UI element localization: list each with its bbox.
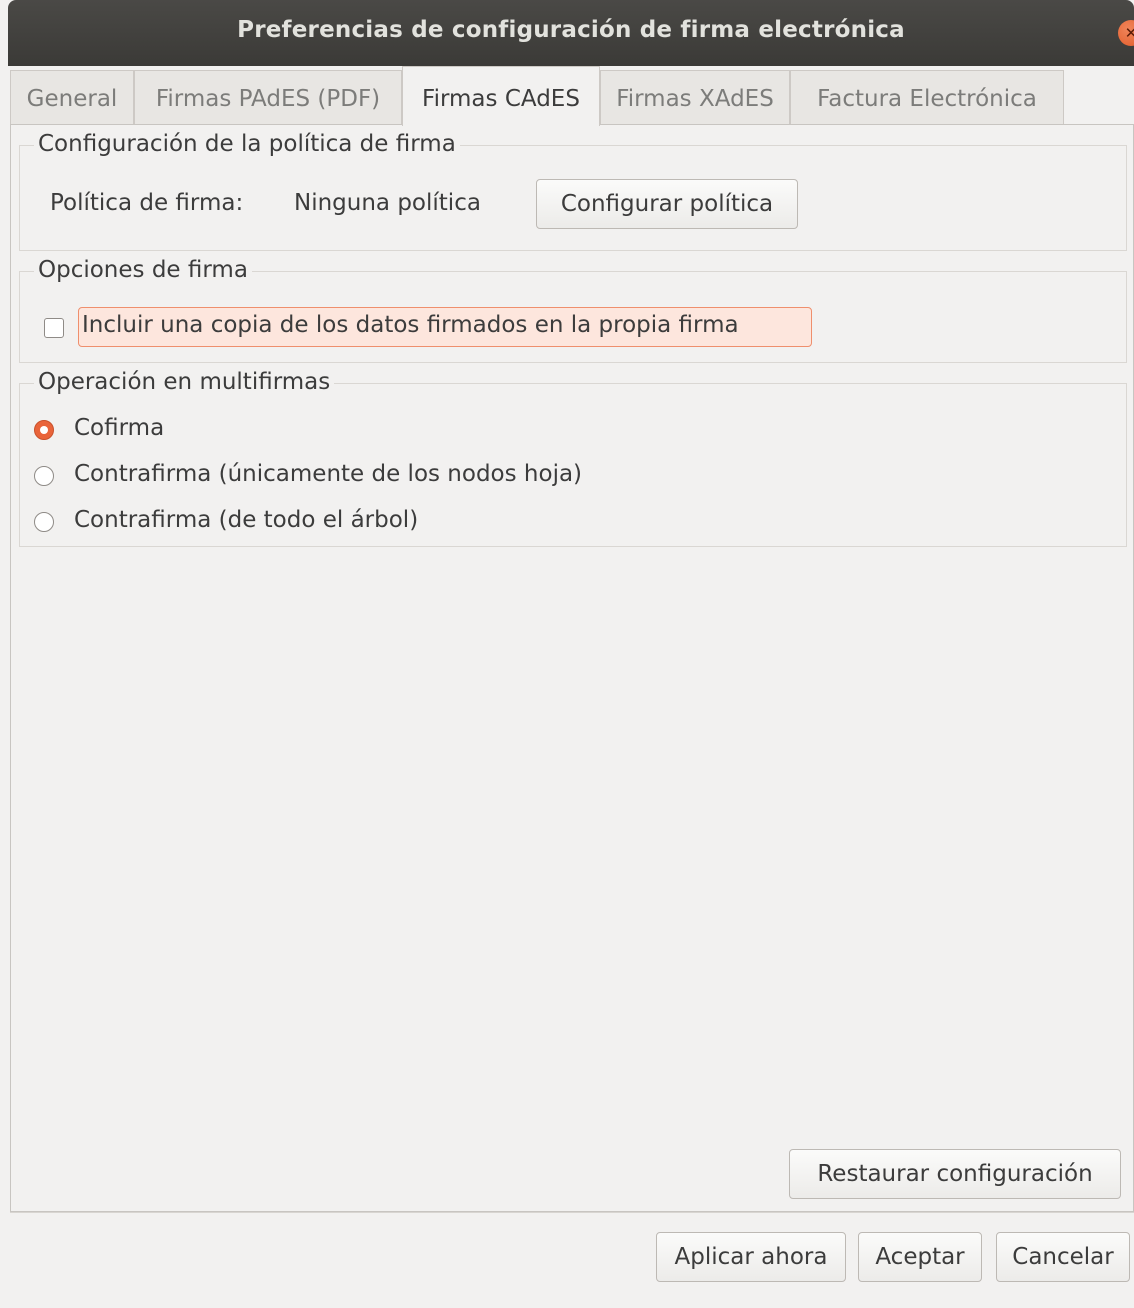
policy-group: Configuración de la política de firma Po… [19, 131, 1127, 251]
footer-separator [10, 1212, 1134, 1213]
signature-options-title: Opciones de firma [34, 257, 252, 283]
radio-contrafirma-arbol-label[interactable]: Contrafirma (de todo el árbol) [74, 507, 418, 533]
radio-contrafirma-hojas[interactable] [34, 466, 54, 486]
radio-cofirma[interactable] [34, 420, 54, 440]
policy-group-title: Configuración de la política de firma [34, 131, 460, 157]
radio-contrafirma-arbol[interactable] [34, 512, 54, 532]
multisign-group: Operación en multifirmas Cofirma Contraf… [19, 369, 1127, 547]
tab-factura-electronica[interactable]: Factura Electrónica [790, 70, 1064, 124]
policy-value: Ninguna política [294, 190, 481, 216]
tab-panel-cades: Configuración de la política de firma Po… [10, 124, 1134, 1212]
accept-button[interactable]: Aceptar [858, 1232, 982, 1282]
restore-configuration-button[interactable]: Restaurar configuración [789, 1149, 1121, 1199]
tab-general[interactable]: General [10, 70, 134, 124]
cancel-button[interactable]: Cancelar [996, 1232, 1130, 1282]
window-title: Preferencias de configuración de firma e… [237, 17, 905, 43]
title-bar[interactable]: Preferencias de configuración de firma e… [8, 0, 1134, 66]
tab-firmas-pades[interactable]: Firmas PAdES (PDF) [134, 70, 402, 124]
tab-firmas-xades[interactable]: Firmas XAdES [600, 70, 790, 124]
multisign-group-title: Operación en multifirmas [34, 369, 335, 395]
include-data-checkbox[interactable] [44, 318, 64, 338]
radio-cofirma-label[interactable]: Cofirma [74, 415, 164, 441]
signature-options-group: Opciones de firma Incluir una copia de l… [19, 257, 1127, 363]
configure-policy-button[interactable]: Configurar política [536, 179, 798, 229]
apply-now-button[interactable]: Aplicar ahora [656, 1232, 846, 1282]
radio-contrafirma-hojas-label[interactable]: Contrafirma (únicamente de los nodos hoj… [74, 461, 582, 487]
tab-firmas-cades[interactable]: Firmas CAdES [402, 66, 600, 126]
include-data-label[interactable]: Incluir una copia de los datos firmados … [82, 312, 739, 338]
preferences-dialog: Preferencias de configuración de firma e… [0, 0, 1134, 1308]
policy-label: Política de firma: [50, 190, 244, 216]
